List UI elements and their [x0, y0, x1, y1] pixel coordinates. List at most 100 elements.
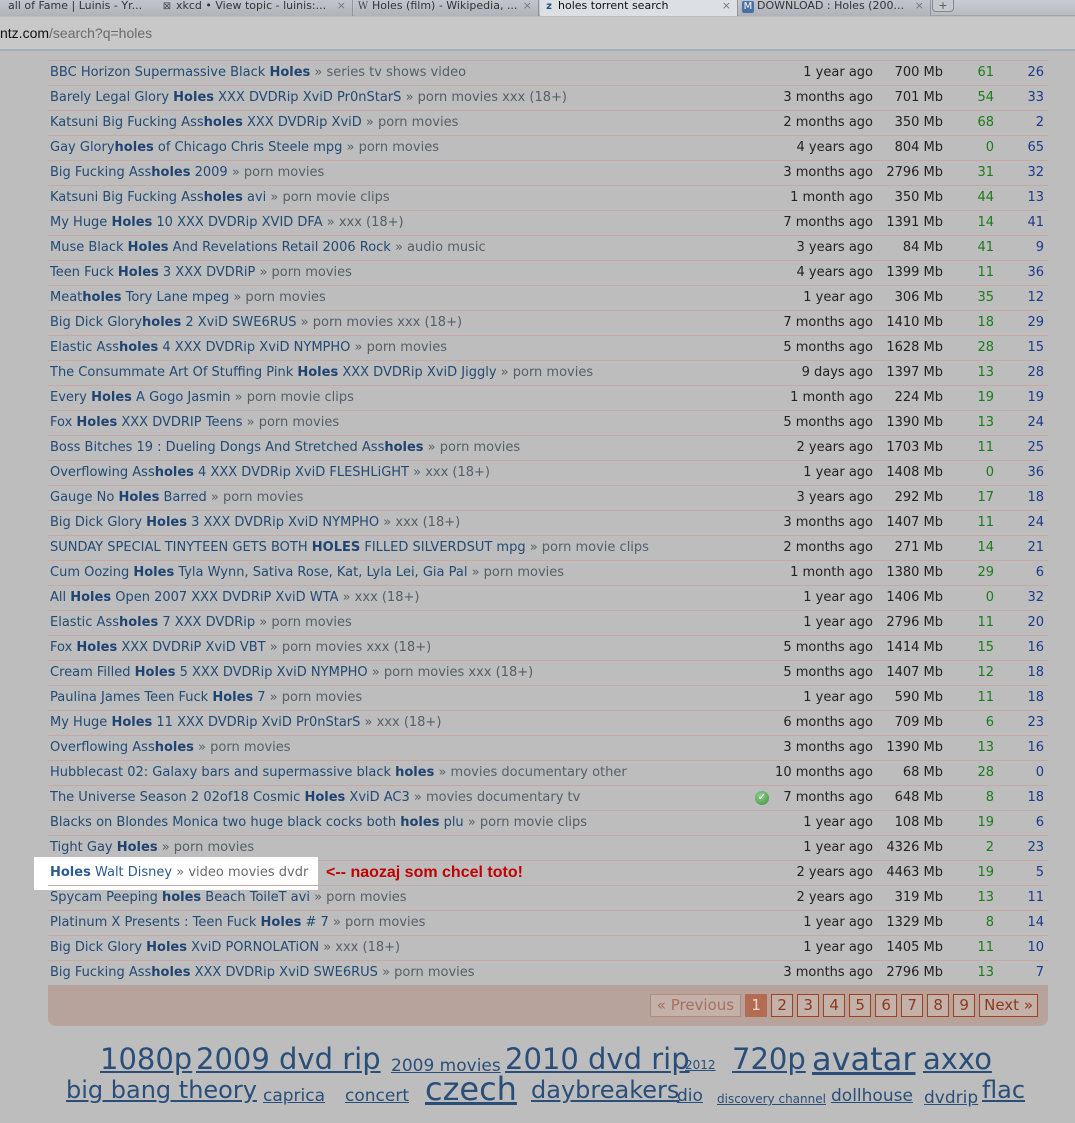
tag-link[interactable]: daybreakers [531, 1076, 679, 1104]
result-title-link[interactable]: The Universe Season 2 02of18 Cosmic Hole… [50, 786, 580, 810]
tag-link[interactable]: dvdrip [924, 1088, 978, 1108]
browser-tab-2[interactable]: W Holes (film) - Wikipedia, ... × [354, 0, 539, 16]
tag-link[interactable]: concert [345, 1086, 409, 1106]
url-field[interactable]: ntz.com/search?q=holes [0, 25, 152, 41]
search-term-highlight: Holes [76, 415, 118, 430]
result-size: 271 Mb [894, 540, 943, 555]
result-title-link[interactable]: Teen Fuck Holes 3 XXX DVDRiP » porn movi… [50, 261, 352, 285]
close-tab-icon[interactable]: × [337, 0, 346, 12]
tag-link[interactable]: dollhouse [831, 1086, 913, 1106]
address-bar[interactable]: ntz.com/search?q=holes [0, 17, 1075, 51]
result-title-link[interactable]: SUNDAY SPECIAL TINYTEEN GETS BOTH HOLES … [50, 536, 649, 560]
page-link-9[interactable]: 9 [953, 994, 976, 1017]
result-category: » audio music [390, 240, 486, 255]
result-title-link[interactable]: Overflowing Assholes 4 XXX DVDRip XviD F… [50, 461, 490, 485]
result-title-link[interactable]: Gay Gloryholes of Chicago Chris Steele m… [50, 136, 439, 160]
result-title-link[interactable]: Paulina James Teen Fuck Holes 7 » porn m… [50, 686, 362, 710]
tag-link[interactable]: 2010 dvd rip [505, 1042, 690, 1076]
result-size: 224 Mb [894, 390, 943, 405]
tag-link[interactable]: 1080p [100, 1042, 192, 1076]
result-title-link[interactable]: Big Fucking Assholes XXX DVDRip XviD SWE… [50, 961, 475, 985]
tag-link[interactable]: caprica [263, 1086, 325, 1106]
page-link-8[interactable]: 8 [927, 994, 950, 1017]
result-title-link[interactable]: Gauge No Holes Barred » porn movies [50, 486, 303, 510]
new-tab-button[interactable]: + [932, 0, 954, 12]
result-title-link[interactable]: Overflowing Assholes » porn movies [50, 736, 291, 760]
result-size: 1397 Mb [886, 365, 943, 380]
browser-tab-3-active[interactable]: z holes torrent search × [540, 0, 738, 16]
previous-page-button[interactable]: « Previous [649, 994, 742, 1017]
result-category: » porn movies xxx (18+) [296, 315, 463, 330]
tag-link[interactable]: axxo [923, 1042, 992, 1076]
result-title-link[interactable]: Barely Legal Glory Holes XXX DVDRip XviD… [50, 86, 567, 110]
result-title-link[interactable]: The Consummate Art Of Stuffing Pink Hole… [50, 361, 593, 385]
tag-link[interactable]: discovery channel [717, 1092, 826, 1106]
result-seeders: 35 [977, 290, 994, 305]
result-size: 84 Mb [902, 240, 943, 255]
result-seeders: 11 [977, 940, 994, 955]
result-title-link[interactable]: Blacks on Blondes Monica two huge black … [50, 811, 587, 835]
result-leechers: 23 [1027, 715, 1044, 730]
result-title-link[interactable]: Elastic Assholes 4 XXX DVDRip XviD NYMPH… [50, 336, 447, 360]
search-term-highlight: Holes [50, 865, 91, 880]
result-category: » porn movie clips [266, 190, 390, 205]
result-size: 2796 Mb [886, 165, 943, 180]
result-title-link[interactable]: My Huge Holes 11 XXX DVDRip XviD Pr0nSta… [50, 711, 441, 735]
result-age: 1 year ago [803, 290, 873, 305]
page-link-4[interactable]: 4 [823, 994, 846, 1017]
result-title-link[interactable]: Cum Oozing Holes Tyla Wynn, Sativa Rose,… [50, 561, 564, 585]
result-row: Overflowing Assholes » porn movies 3 mont… [48, 735, 1048, 760]
url-path: /search?q=holes [49, 25, 153, 41]
search-term-highlight: Holes [269, 65, 311, 80]
tag-link[interactable]: flac [982, 1076, 1025, 1104]
result-title-link[interactable]: Boss Bitches 19 : Dueling Dongs And Stre… [50, 436, 520, 460]
result-title-link[interactable]: Katsuni Big Fucking Assholes XXX DVDRip … [50, 111, 458, 135]
tag-cloud: 1080p 2009 dvd rip 2009 movies 2010 dvd rip… [60, 1040, 1060, 1118]
page-link-3[interactable]: 3 [797, 994, 820, 1017]
tag-link[interactable]: 2012 [685, 1058, 716, 1072]
result-title-link[interactable]: Every Holes A Gogo Jasmin » porn movie c… [50, 386, 354, 410]
tag-link[interactable]: czech [425, 1070, 517, 1108]
result-category: » porn movies [328, 915, 426, 930]
result-title-link[interactable]: Big Fucking Assholes 2009 » porn movies [50, 161, 324, 185]
tag-link[interactable]: dio [677, 1086, 703, 1106]
close-tab-icon[interactable]: × [915, 0, 924, 12]
result-title-link[interactable]: Elastic Assholes 7 XXX DVDRip » porn mov… [50, 611, 352, 635]
result-title-link[interactable]: Fox Holes XXX DVDRIP Teens » porn movies [50, 411, 339, 435]
result-leechers: 25 [1027, 440, 1044, 455]
result-size: 1329 Mb [886, 915, 943, 930]
page-link-5[interactable]: 5 [849, 994, 872, 1017]
page-link-7[interactable]: 7 [901, 994, 924, 1017]
page-link-2[interactable]: 2 [771, 994, 794, 1017]
result-title-link[interactable]: Holes Walt Disney » video movies dvdr [50, 861, 308, 885]
result-title-link[interactable]: Meatholes Tory Lane mpeg » porn movies [50, 286, 326, 310]
result-title-link[interactable]: Big Dick Glory Holes XviD PORNOLATiON » … [50, 936, 400, 960]
tag-link[interactable]: avatar [812, 1040, 915, 1078]
result-title-link[interactable]: My Huge Holes 10 XXX DVDRip XVID DFA » x… [50, 211, 404, 235]
browser-tab-1[interactable]: ⊠ xkcd • View topic - luinis:... × [158, 0, 353, 16]
result-title-link[interactable]: Katsuni Big Fucking Assholes avi » porn … [50, 186, 390, 210]
tag-link[interactable]: 720p [732, 1042, 806, 1076]
page-link-6[interactable]: 6 [875, 994, 898, 1017]
browser-tab-4[interactable]: M DOWNLOAD : Holes (200... × [739, 0, 931, 16]
result-title-link[interactable]: Spycam Peeping holes Beach ToileT avi » … [50, 886, 407, 910]
result-title-link[interactable]: Platinum X Presents : Teen Fuck Holes # … [50, 911, 425, 935]
result-title-link[interactable]: Cream Filled Holes 5 XXX DVDRip XviD NYM… [50, 661, 533, 685]
result-title-link[interactable]: All Holes Open 2007 XXX DVDRiP XviD WTA … [50, 586, 419, 610]
tag-link[interactable]: 2009 dvd rip [196, 1042, 381, 1076]
result-category: » xxx (18+) [408, 465, 490, 480]
result-title-link[interactable]: Big Dick Gloryholes 2 XviD SWE6RUS » por… [50, 311, 462, 335]
result-title-link[interactable]: BBC Horizon Supermassive Black Holes » s… [50, 61, 466, 85]
result-row: Gauge No Holes Barred » porn movies 3 yea… [48, 485, 1048, 510]
tag-link[interactable]: big bang theory [66, 1076, 257, 1104]
result-title-link[interactable]: Big Dick Glory Holes 3 XXX DVDRip XviD N… [50, 511, 460, 535]
result-title-link[interactable]: Muse Black Holes And Revelations Retail … [50, 236, 486, 260]
result-size: 1414 Mb [886, 640, 943, 655]
close-tab-icon[interactable]: × [722, 0, 731, 12]
result-title-link[interactable]: Hubblecast 02: Galaxy bars and supermass… [50, 761, 627, 785]
result-title-link[interactable]: Fox Holes XXX DVDRiP XviD VBT » porn mov… [50, 636, 431, 660]
result-category: » porn movies [423, 440, 521, 455]
close-tab-icon[interactable]: × [523, 0, 532, 12]
result-category: » video movies dvdr [172, 865, 309, 880]
next-page-button[interactable]: Next » [979, 994, 1038, 1017]
